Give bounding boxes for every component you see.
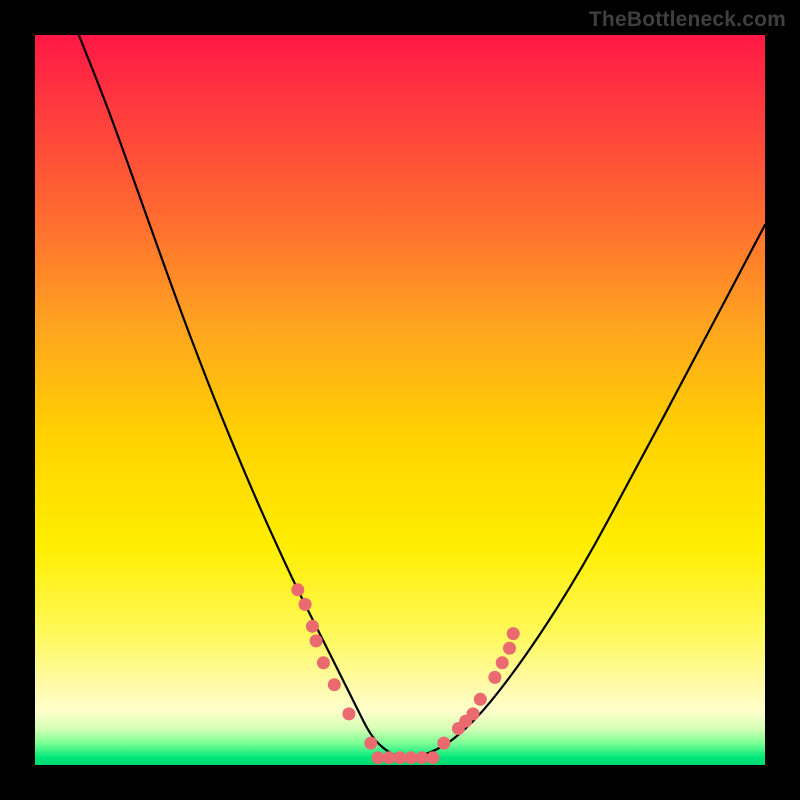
marker-dot — [437, 737, 450, 750]
marker-dots — [291, 583, 519, 764]
marker-dot — [503, 642, 516, 655]
marker-dot — [426, 751, 439, 764]
marker-dot — [364, 737, 377, 750]
marker-dot — [488, 671, 501, 684]
marker-dot — [342, 707, 355, 720]
curve-svg — [35, 35, 765, 765]
chart-frame: TheBottleneck.com — [0, 0, 800, 800]
marker-dot — [474, 693, 487, 706]
marker-dot — [299, 598, 312, 611]
marker-dot — [467, 707, 480, 720]
attribution-text: TheBottleneck.com — [589, 8, 786, 32]
marker-dot — [291, 583, 304, 596]
marker-dot — [496, 656, 509, 669]
v-curve — [79, 35, 765, 758]
marker-dot — [328, 678, 341, 691]
marker-dot — [310, 634, 323, 647]
marker-dot — [507, 627, 520, 640]
marker-dot — [317, 656, 330, 669]
marker-dot — [306, 620, 319, 633]
plot-area — [35, 35, 765, 765]
